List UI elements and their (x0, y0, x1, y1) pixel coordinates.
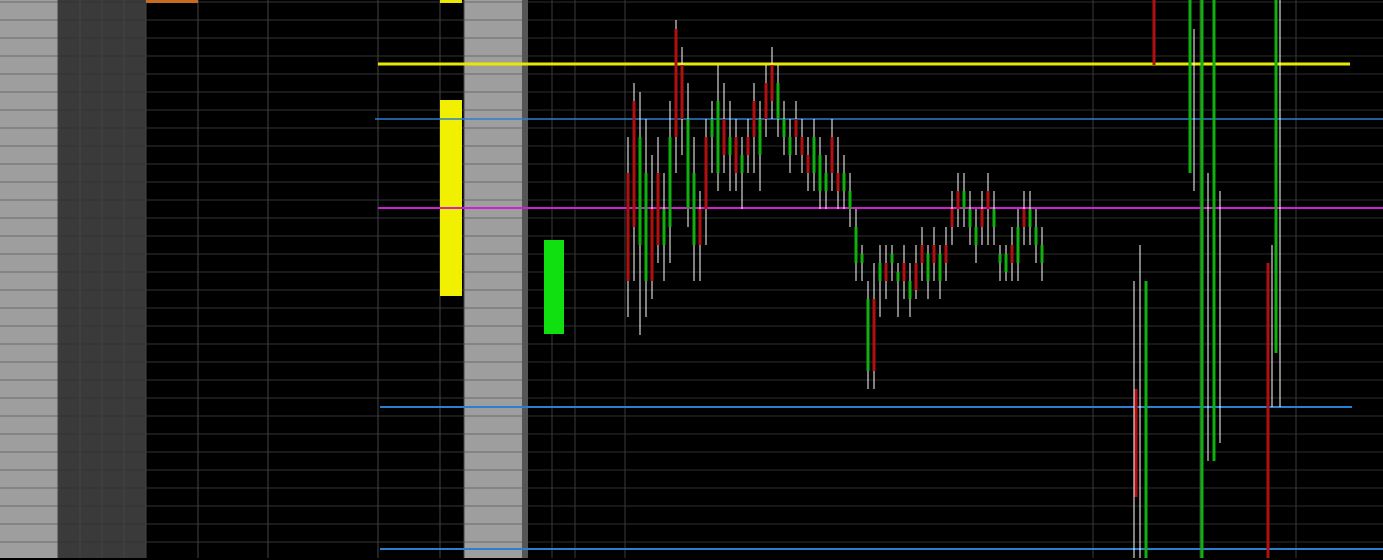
candle-body (800, 137, 804, 155)
candle-body (932, 245, 936, 263)
candle-body (860, 254, 864, 263)
candle-body (1034, 227, 1038, 245)
candle-body (650, 209, 654, 281)
candle-body (1010, 245, 1014, 263)
candle-body (842, 173, 846, 191)
candle-body (1016, 227, 1020, 263)
candle-body (776, 83, 780, 119)
candle-body (950, 209, 954, 227)
candle-body (692, 173, 696, 245)
candle-body (1134, 389, 1138, 497)
yellow-top-stub (440, 0, 462, 3)
col-d-bg (124, 0, 146, 558)
candle-body (674, 29, 678, 137)
green-block (544, 240, 564, 334)
candle-body (1022, 209, 1026, 227)
candle-body (836, 173, 840, 191)
price-chart (0, 0, 1383, 558)
candle-body (626, 173, 630, 281)
candle-body (662, 209, 666, 245)
candle-body (806, 155, 810, 173)
candle-body (944, 245, 948, 263)
col-b-bg (80, 0, 102, 558)
candle-body (986, 191, 990, 209)
candle-body (764, 83, 768, 119)
candle-body (992, 209, 996, 227)
candle-body (1004, 254, 1008, 272)
candle-body (1028, 209, 1032, 227)
candle-body (638, 137, 642, 245)
candle-body (902, 263, 906, 281)
candle-body (890, 254, 894, 263)
candle-body (854, 227, 858, 263)
candle-body (866, 299, 870, 371)
candle-body (968, 209, 972, 227)
background (0, 0, 1383, 558)
candle-body (782, 119, 786, 137)
candle-body (812, 137, 816, 173)
candle-body (722, 119, 726, 155)
candle-body (788, 137, 792, 155)
candle-body (1152, 0, 1156, 65)
candle-body (1200, 0, 1204, 558)
candle-body (746, 137, 750, 155)
candle-body (848, 191, 852, 209)
candle-body (698, 209, 702, 245)
center-price-column-bg (464, 0, 522, 558)
candle-body (716, 101, 720, 173)
yellow-range-bar (440, 100, 462, 296)
candle-body (1212, 0, 1216, 461)
candle-body (956, 191, 960, 209)
candle-body (686, 119, 690, 209)
candle-body (926, 254, 930, 281)
candle-body (914, 263, 918, 290)
left-price-column-bg (0, 0, 58, 558)
candle-body (704, 137, 708, 209)
candle-body (656, 173, 660, 245)
candle-body (1188, 0, 1192, 173)
candle-body (980, 209, 984, 227)
candle-body (728, 137, 732, 155)
candle-body (1274, 0, 1278, 353)
candle-body (644, 173, 648, 281)
candle-body (710, 119, 714, 137)
top-orange-marker (146, 0, 198, 3)
candle-body (920, 245, 924, 263)
candle-body (740, 155, 744, 173)
candle-body (998, 254, 1002, 263)
candle-body (938, 254, 942, 281)
col-a-bg (58, 0, 80, 558)
candle-body (974, 227, 978, 245)
candle-body (1040, 245, 1044, 263)
candle-body (878, 263, 882, 281)
candle-body (794, 119, 798, 137)
candle-body (752, 101, 756, 137)
candle-body (632, 101, 636, 227)
candle-body (1144, 281, 1148, 558)
candle-body (908, 281, 912, 299)
candle-body (884, 263, 888, 281)
candle-body (818, 155, 822, 191)
candle-body (680, 65, 684, 119)
candle-body (734, 137, 738, 173)
candle-body (758, 119, 762, 155)
candle-body (1266, 263, 1270, 558)
candle-body (872, 299, 876, 371)
candle-body (668, 137, 672, 227)
candle-body (830, 137, 834, 173)
candle-body (962, 191, 966, 209)
center-price-column-edge (522, 0, 528, 558)
col-c-bg (102, 0, 124, 558)
candle-body (896, 272, 900, 281)
candle-body (824, 173, 828, 191)
candle-body (770, 65, 774, 101)
